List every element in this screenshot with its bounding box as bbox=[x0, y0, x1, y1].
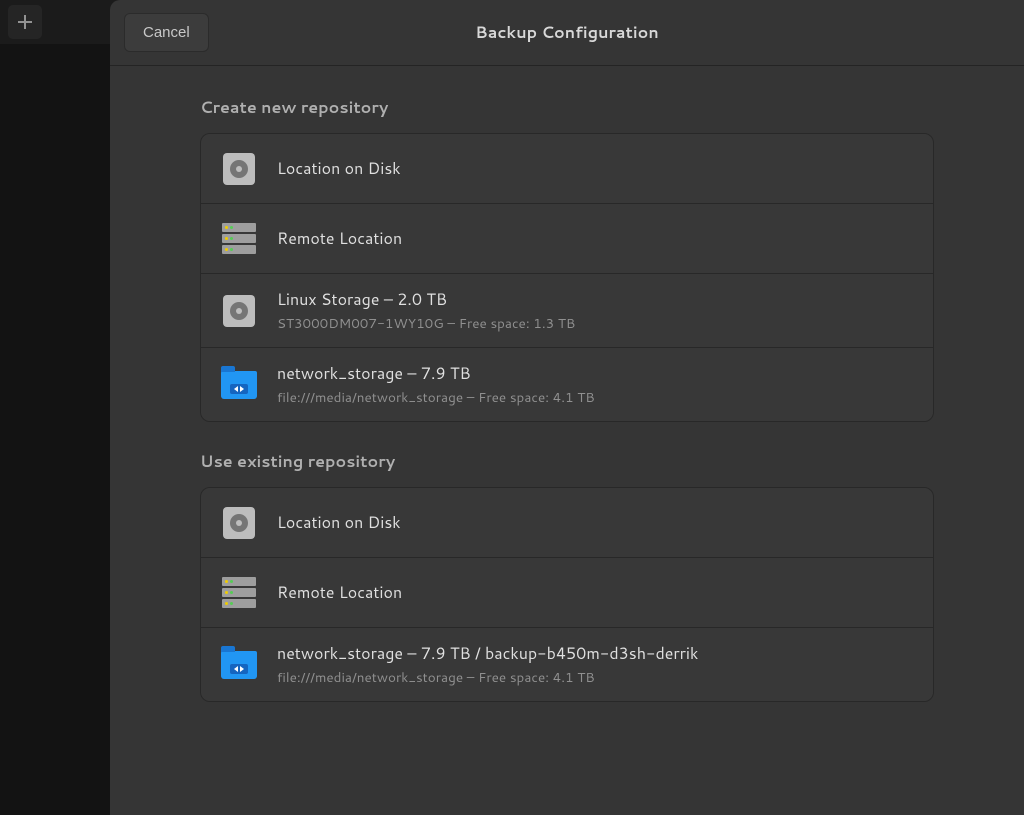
disk-icon bbox=[221, 151, 257, 187]
row-subtitle: file:///media/network_storage – Free spa… bbox=[277, 668, 698, 687]
row-title: Linux Storage – 2.0 TB bbox=[277, 288, 575, 311]
row-title: Location on Disk bbox=[277, 511, 401, 534]
row-title: network_storage – 7.9 TB / backup-b450m-… bbox=[277, 642, 698, 665]
server-icon bbox=[221, 575, 257, 611]
backup-config-dialog: Cancel Backup Configuration Create new r… bbox=[110, 0, 1024, 815]
disk-icon bbox=[221, 293, 257, 329]
row-title: Remote Location bbox=[277, 581, 402, 604]
create-remote-location[interactable]: Remote Location bbox=[201, 204, 933, 274]
row-text: Location on Disk bbox=[277, 511, 401, 534]
row-subtitle: ST3000DM007-1WY10G – Free space: 1.3 TB bbox=[277, 314, 575, 333]
use-repo-list: Location on Disk Remote Location bbox=[200, 487, 934, 702]
row-subtitle: file:///media/network_storage – Free spa… bbox=[277, 388, 595, 407]
row-title: network_storage – 7.9 TB bbox=[277, 362, 595, 385]
disk-icon bbox=[221, 505, 257, 541]
dialog-header: Cancel Backup Configuration bbox=[110, 0, 1024, 66]
row-text: network_storage – 7.9 TB file:///media/n… bbox=[277, 362, 595, 407]
folder-icon bbox=[221, 367, 257, 403]
dialog-title: Backup Configuration bbox=[475, 21, 658, 44]
server-icon bbox=[221, 221, 257, 257]
create-section-title: Create new repository bbox=[200, 96, 934, 119]
row-text: Remote Location bbox=[277, 581, 402, 604]
use-location-on-disk[interactable]: Location on Disk bbox=[201, 488, 933, 558]
folder-icon bbox=[221, 647, 257, 683]
create-linux-storage[interactable]: Linux Storage – 2.0 TB ST3000DM007-1WY10… bbox=[201, 274, 933, 348]
create-location-on-disk[interactable]: Location on Disk bbox=[201, 134, 933, 204]
create-network-storage[interactable]: network_storage – 7.9 TB file:///media/n… bbox=[201, 348, 933, 421]
cancel-button[interactable]: Cancel bbox=[124, 13, 209, 52]
row-text: Location on Disk bbox=[277, 157, 401, 180]
row-text: Remote Location bbox=[277, 227, 402, 250]
use-section-title: Use existing repository bbox=[200, 450, 934, 473]
row-text: Linux Storage – 2.0 TB ST3000DM007-1WY10… bbox=[277, 288, 575, 333]
use-remote-location[interactable]: Remote Location bbox=[201, 558, 933, 628]
row-title: Location on Disk bbox=[277, 157, 401, 180]
row-title: Remote Location bbox=[277, 227, 402, 250]
dialog-body: Create new repository Location on Disk bbox=[110, 66, 1024, 815]
create-repo-list: Location on Disk Remote Location bbox=[200, 133, 934, 422]
use-network-storage-backup[interactable]: network_storage – 7.9 TB / backup-b450m-… bbox=[201, 628, 933, 701]
row-text: network_storage – 7.9 TB / backup-b450m-… bbox=[277, 642, 698, 687]
